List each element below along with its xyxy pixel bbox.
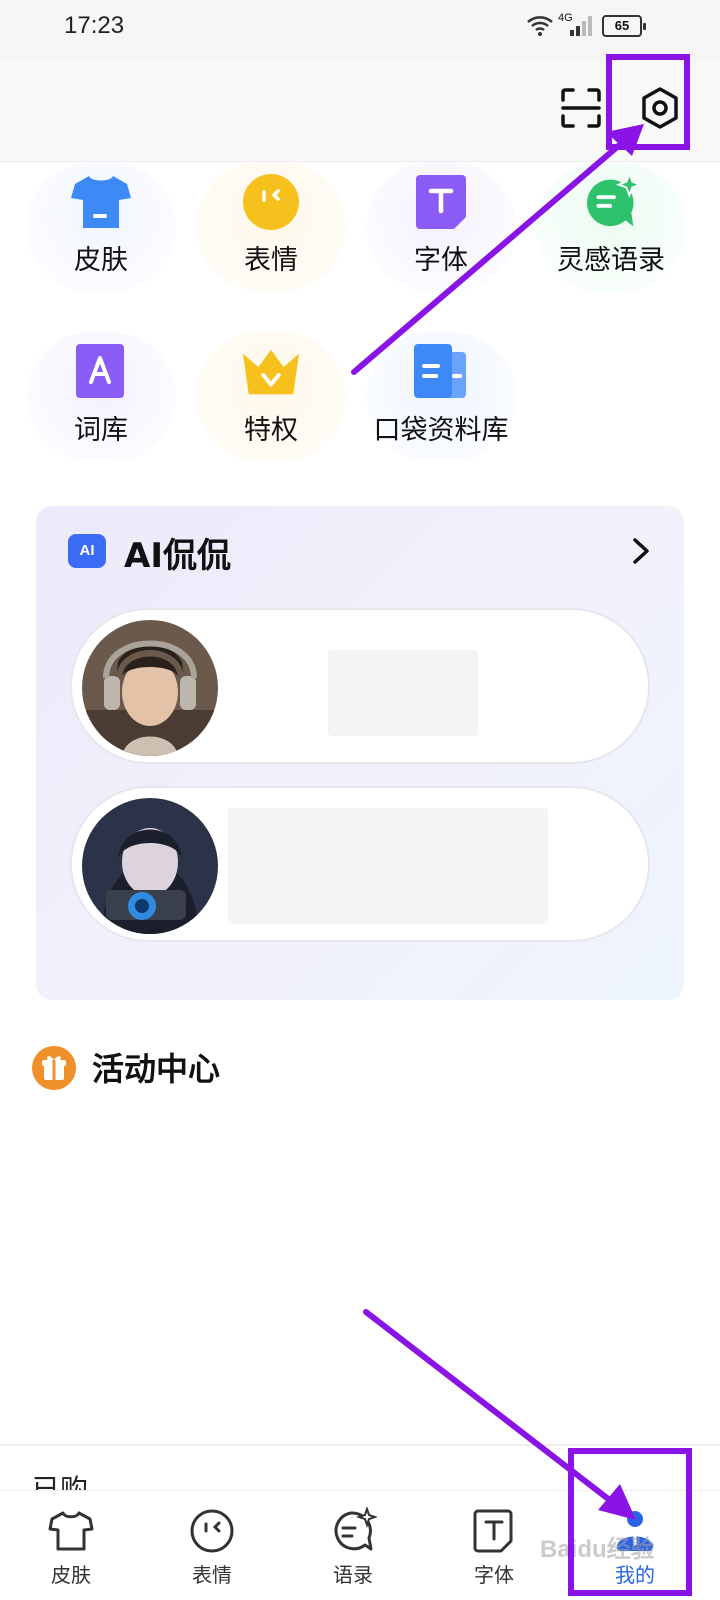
feature-inspiration[interactable]: 灵感语录 [536, 162, 686, 292]
battery-indicator: 65 [602, 15, 646, 37]
gift-icon [32, 1046, 76, 1090]
tshirt-icon [71, 172, 131, 232]
highlight-box-settings [606, 54, 690, 150]
scan-button[interactable] [560, 87, 602, 129]
nav-tab-font[interactable]: 字体 [439, 1491, 549, 1600]
docs-icon [411, 342, 471, 402]
feature-label: 字体 [414, 245, 468, 276]
blurred-content [228, 808, 548, 924]
feature-label: 词库 [74, 415, 128, 446]
activity-center-title[interactable]: 活动中心 [92, 1044, 220, 1090]
feature-label: 口袋资料库 [373, 415, 509, 446]
emoji-face-icon [241, 172, 301, 232]
tshirt-outline-icon [48, 1511, 94, 1551]
feature-lexicon[interactable]: 词库 [26, 332, 176, 462]
feature-font[interactable]: 字体 [366, 162, 516, 292]
quote-outline-icon [334, 1507, 377, 1551]
feature-label: 灵感语录 [557, 245, 665, 276]
feature-label: 表情 [244, 245, 298, 276]
purchased-label[interactable]: 已购 [32, 1468, 88, 1490]
ai-badge-icon: AI [68, 534, 106, 568]
crown-icon [241, 342, 301, 402]
divider [0, 1444, 720, 1446]
feature-label: 特权 [244, 415, 298, 446]
highlight-box-mine-tab [568, 1448, 692, 1596]
ai-chat-card[interactable]: AI AI侃侃 [36, 506, 684, 1000]
nav-label: 表情 [192, 1563, 232, 1587]
signal-icon [570, 16, 592, 36]
sparkle-chat-icon [581, 172, 641, 232]
avatar [82, 798, 218, 934]
ai-persona-2[interactable] [70, 786, 650, 942]
feature-privilege[interactable]: 特权 [196, 332, 346, 462]
status-time: 17:23 [64, 12, 125, 39]
wifi-icon [527, 16, 553, 36]
nav-label: 皮肤 [51, 1563, 91, 1587]
nav-tab-quotes[interactable]: 语录 [298, 1491, 408, 1600]
lexicon-a-icon [71, 342, 131, 402]
ai-persona-1[interactable] [70, 608, 650, 764]
feature-emoji[interactable]: 表情 [196, 162, 346, 292]
scan-icon [561, 88, 601, 128]
blurred-content [328, 650, 478, 736]
font-t-icon [411, 172, 471, 232]
nav-label: 语录 [333, 1563, 373, 1587]
chevron-right-icon[interactable] [628, 536, 654, 566]
nav-tab-emoji[interactable]: 表情 [157, 1491, 267, 1600]
nav-tab-skin[interactable]: 皮肤 [16, 1491, 126, 1600]
font-outline-icon [473, 1509, 513, 1553]
feature-label: 皮肤 [74, 245, 128, 276]
avatar [82, 620, 218, 756]
emoji-outline-icon [190, 1509, 234, 1553]
nav-label: 字体 [474, 1563, 514, 1587]
feature-pocket-library[interactable]: 口袋资料库 [366, 332, 516, 462]
ai-card-title: AI侃侃 [124, 536, 231, 576]
feature-skin[interactable]: 皮肤 [26, 162, 176, 292]
status-bar: 17:23 4G 65 [0, 0, 720, 60]
